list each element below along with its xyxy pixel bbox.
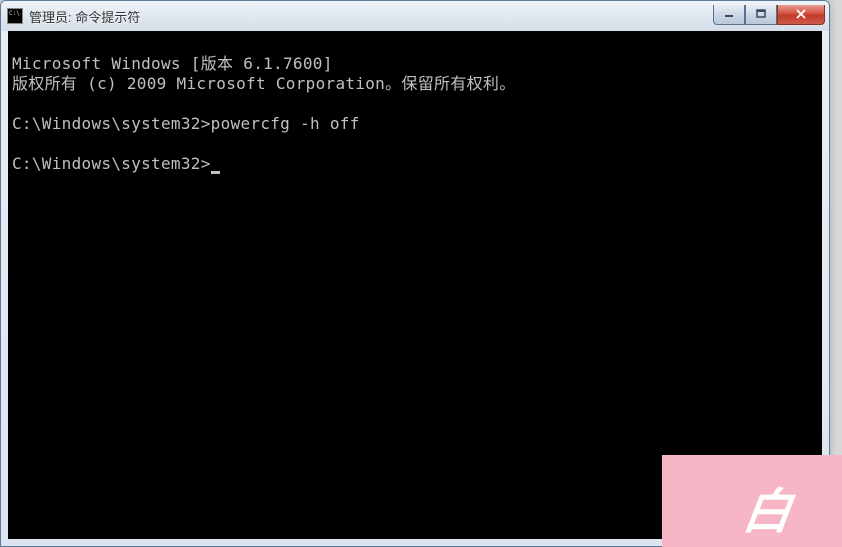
watermark-text: 白 bbox=[739, 472, 797, 542]
maximize-button[interactable] bbox=[745, 5, 777, 25]
copyright-line: 版权所有 (c) 2009 Microsoft Corporation。保留所有… bbox=[12, 74, 516, 93]
window-controls bbox=[713, 5, 825, 25]
minimize-icon bbox=[723, 9, 735, 19]
close-button[interactable] bbox=[777, 5, 825, 25]
close-icon bbox=[795, 9, 807, 19]
watermark-overlay: 白 bbox=[662, 455, 842, 547]
titlebar[interactable]: 管理员: 命令提示符 bbox=[1, 1, 829, 31]
minimize-button[interactable] bbox=[713, 5, 745, 25]
command-text: powercfg -h off bbox=[211, 114, 360, 133]
prompt: C:\Windows\system32> bbox=[12, 114, 211, 133]
cursor bbox=[211, 171, 220, 174]
window-title: 管理员: 命令提示符 bbox=[29, 7, 713, 26]
cmd-icon bbox=[7, 8, 23, 24]
prompt: C:\Windows\system32> bbox=[12, 154, 211, 173]
maximize-icon bbox=[755, 9, 767, 19]
terminal-output: Microsoft Windows [版本 6.1.7600] 版权所有 (c)… bbox=[8, 31, 822, 197]
version-line: Microsoft Windows [版本 6.1.7600] bbox=[12, 54, 333, 73]
